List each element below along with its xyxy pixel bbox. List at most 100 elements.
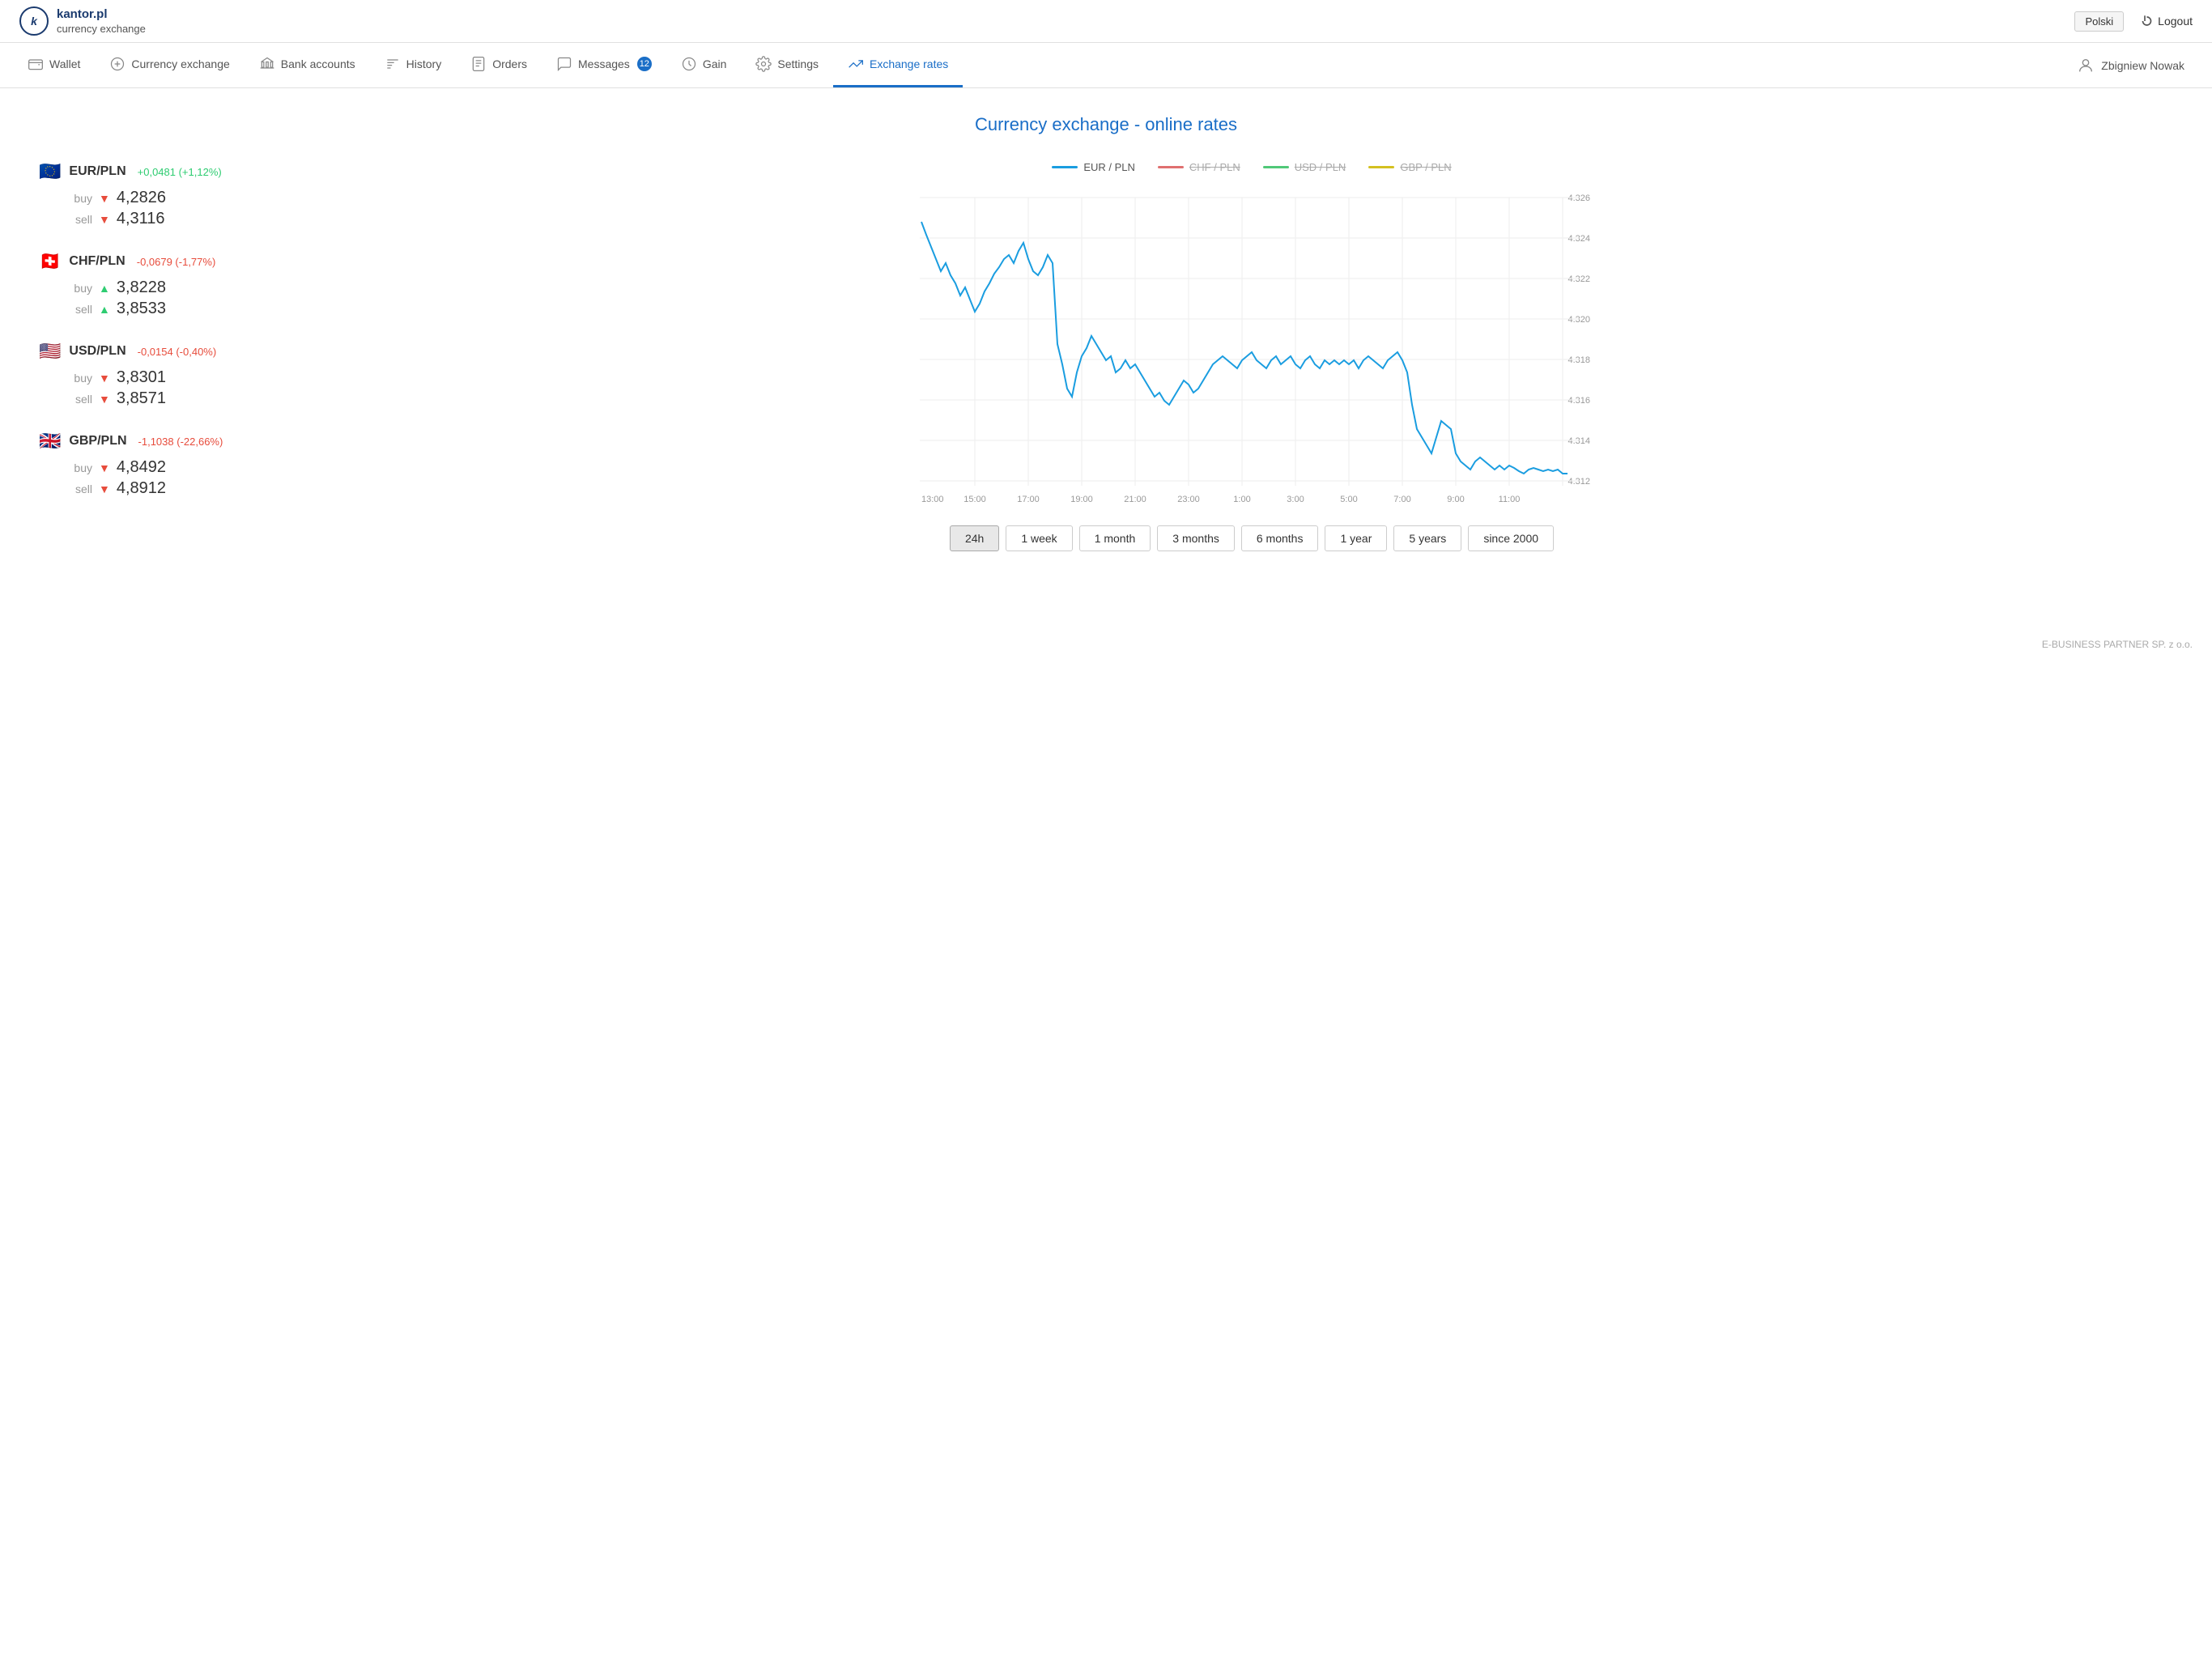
currency-item-usd: 🇺🇸 USD/PLN -0,0154 (-0,40%) buy ▼ 3,8301… (39, 341, 298, 408)
legend-line-usd (1263, 166, 1289, 168)
user-profile[interactable]: Zbigniew Nowak (2062, 44, 2199, 87)
currency-item-eur: 🇪🇺 EUR/PLN +0,0481 (+1,12%) buy ▼ 4,2826… (39, 161, 298, 228)
buy-arrow-chf: ▲ (99, 282, 110, 295)
buy-arrow-usd: ▼ (99, 372, 110, 385)
currency-change-eur: +0,0481 (+1,12%) (138, 166, 222, 178)
currency-name-chf: CHF/PLN (69, 254, 125, 269)
currency-change-gbp: -1,1038 (-22,66%) (138, 436, 223, 448)
gain-icon (681, 56, 697, 72)
bank-icon (259, 56, 275, 72)
page-title: Currency exchange - online rates (39, 114, 2173, 135)
nav-item-bank-accounts[interactable]: Bank accounts (245, 43, 370, 87)
currency-rates-eur: buy ▼ 4,2826 sell ▼ 4,3116 (39, 189, 298, 228)
nav-item-wallet[interactable]: Wallet (13, 43, 95, 87)
power-icon (2137, 13, 2153, 29)
exchange-rate-chart: 4.326 4.324 4.322 4.320 4.318 4.316 4.31… (330, 186, 2173, 510)
nav-item-messages[interactable]: Messages 12 (542, 43, 666, 87)
topbar: k kantor.pl currency exchange Polski Log… (0, 0, 2212, 43)
svg-text:4.322: 4.322 (1568, 274, 1590, 284)
time-btn-since2000[interactable]: since 2000 (1468, 525, 1554, 551)
content-area: 🇪🇺 EUR/PLN +0,0481 (+1,12%) buy ▼ 4,2826… (39, 161, 2173, 551)
time-btn-1year[interactable]: 1 year (1325, 525, 1387, 551)
logout-button[interactable]: Logout (2137, 13, 2193, 29)
sell-label-chf: sell (70, 303, 92, 316)
flag-ch: 🇨🇭 (39, 251, 61, 272)
svg-text:3:00: 3:00 (1287, 495, 1304, 504)
sell-value-chf: 3,8533 (117, 300, 166, 318)
legend-label-gbp: GBP / PLN (1400, 161, 1451, 173)
legend-item-chf[interactable]: CHF / PLN (1158, 161, 1240, 173)
time-period-buttons: 24h 1 week 1 month3 months6 months1 year5 … (330, 525, 2173, 551)
svg-text:4.326: 4.326 (1568, 193, 1590, 203)
sell-arrow-eur: ▼ (99, 213, 110, 226)
history-icon (385, 56, 401, 72)
sell-value-gbp: 4,8912 (117, 479, 166, 498)
time-btn-24h[interactable]: 24h (950, 525, 999, 551)
buy-value-chf: 3,8228 (117, 278, 166, 297)
legend-item-usd[interactable]: USD / PLN (1263, 161, 1346, 173)
currency-header-eur: 🇪🇺 EUR/PLN +0,0481 (+1,12%) (39, 161, 298, 182)
legend-item-eur[interactable]: EUR / PLN (1052, 161, 1135, 173)
nav-item-history[interactable]: History (370, 43, 457, 87)
currency-exchange-icon (109, 56, 125, 72)
svg-text:13:00: 13:00 (921, 495, 944, 504)
svg-text:7:00: 7:00 (1393, 495, 1410, 504)
svg-text:19:00: 19:00 (1070, 495, 1093, 504)
nav-item-gain[interactable]: Gain (666, 43, 742, 87)
chart-area: EUR / PLN CHF / PLN USD / PLN GBP / PLN … (330, 161, 2173, 551)
legend-item-gbp[interactable]: GBP / PLN (1368, 161, 1451, 173)
buy-row-usd: buy ▼ 3,8301 (70, 368, 298, 387)
legend-line-eur (1052, 166, 1078, 168)
topbar-right: Polski Logout (2074, 11, 2193, 32)
currency-name-usd: USD/PLN (69, 344, 125, 359)
buy-row-gbp: buy ▼ 4,8492 (70, 458, 298, 477)
legend-label-usd: USD / PLN (1295, 161, 1346, 173)
language-button[interactable]: Polski (2074, 11, 2124, 32)
sell-row-gbp: sell ▼ 4,8912 (70, 479, 298, 498)
nav-item-exchange-rates[interactable]: Exchange rates (833, 43, 963, 87)
nav-item-settings[interactable]: Settings (741, 43, 833, 87)
svg-text:4.316: 4.316 (1568, 396, 1590, 406)
currency-item-chf: 🇨🇭 CHF/PLN -0,0679 (-1,77%) buy ▲ 3,8228… (39, 251, 298, 318)
svg-text:4.314: 4.314 (1568, 436, 1590, 446)
legend-line-chf (1158, 166, 1184, 168)
wallet-icon (28, 56, 44, 72)
user-area: Zbigniew Nowak (2062, 43, 2199, 87)
sell-row-eur: sell ▼ 4,3116 (70, 210, 298, 228)
sell-row-usd: sell ▼ 3,8571 (70, 389, 298, 408)
legend-label-chf: CHF / PLN (1189, 161, 1240, 173)
time-btn-3months[interactable]: 3 months (1157, 525, 1235, 551)
buy-label-gbp: buy (70, 461, 92, 474)
svg-text:4.318: 4.318 (1568, 355, 1590, 365)
currency-header-usd: 🇺🇸 USD/PLN -0,0154 (-0,40%) (39, 341, 298, 362)
nav-item-orders[interactable]: Orders (456, 43, 542, 87)
time-btn-5years[interactable]: 5 years (1393, 525, 1461, 551)
svg-text:15:00: 15:00 (963, 495, 986, 504)
flag-gb: 🇬🇧 (39, 431, 61, 452)
buy-row-chf: buy ▲ 3,8228 (70, 278, 298, 297)
svg-text:23:00: 23:00 (1177, 495, 1200, 504)
legend-line-gbp (1368, 166, 1394, 168)
svg-text:11:00: 11:00 (1499, 495, 1521, 504)
sell-arrow-usd: ▼ (99, 393, 110, 406)
exchange-rates-icon (848, 56, 864, 72)
svg-text:1:00: 1:00 (1233, 495, 1250, 504)
time-btn-1month[interactable]: 1 month (1079, 525, 1151, 551)
buy-value-usd: 3,8301 (117, 368, 166, 387)
nav-item-currency-exchange[interactable]: Currency exchange (95, 43, 244, 87)
sell-arrow-gbp: ▼ (99, 483, 110, 495)
currency-change-usd: -0,0154 (-0,40%) (138, 346, 217, 358)
main-content: Currency exchange - online rates 🇪🇺 EUR/… (0, 88, 2212, 577)
svg-text:17:00: 17:00 (1017, 495, 1040, 504)
time-btn-1week[interactable]: 1 week (1006, 525, 1072, 551)
time-btn-6months[interactable]: 6 months (1241, 525, 1319, 551)
chart-legend: EUR / PLN CHF / PLN USD / PLN GBP / PLN (330, 161, 2173, 173)
currency-rates-chf: buy ▲ 3,8228 sell ▲ 3,8533 (39, 278, 298, 318)
chart-wrapper: 4.326 4.324 4.322 4.320 4.318 4.316 4.31… (330, 186, 2173, 512)
buy-label-chf: buy (70, 282, 92, 295)
footer: E-BUSINESS PARTNER SP. z o.o. (0, 626, 2212, 663)
user-icon (2077, 57, 2095, 74)
sell-value-eur: 4,3116 (117, 210, 165, 228)
sell-arrow-chf: ▲ (99, 303, 110, 316)
sell-label-eur: sell (70, 213, 92, 226)
